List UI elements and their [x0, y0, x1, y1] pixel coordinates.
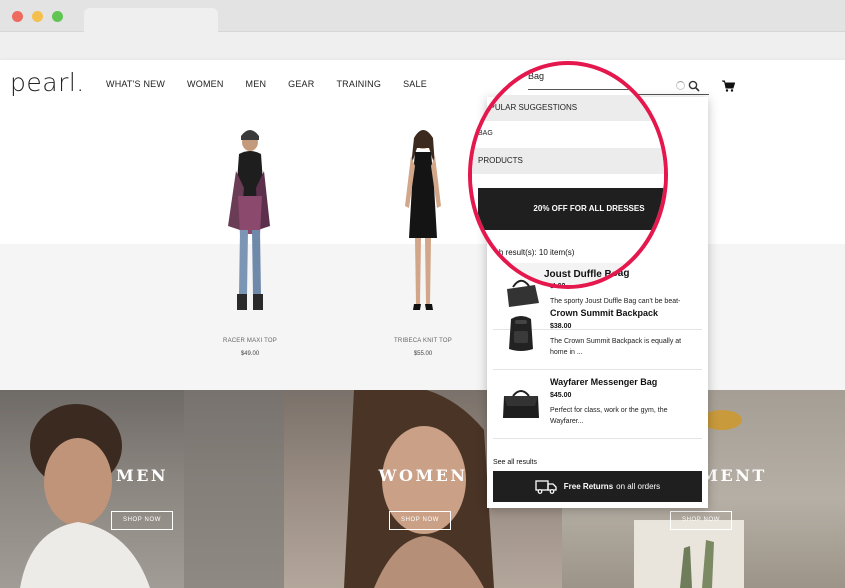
- nav-item-men[interactable]: MEN: [246, 79, 267, 89]
- product-name[interactable]: TRIBECA KNIT TOP: [343, 338, 503, 344]
- cart-icon[interactable]: [722, 80, 735, 92]
- site-logo[interactable]: pearl.: [10, 68, 85, 97]
- see-all-results-link[interactable]: See all results: [493, 459, 537, 466]
- free-returns-banner[interactable]: Free Returns on all orders: [493, 471, 702, 502]
- suggestion-term[interactable]: BAG: [478, 130, 493, 137]
- free-returns-text: on all orders: [616, 482, 661, 491]
- product-name[interactable]: Crown Summit Backpack: [550, 308, 658, 318]
- maximize-window-button[interactable]: [52, 11, 63, 22]
- product-image[interactable]: [393, 126, 453, 326]
- site-header: pearl. WHAT'S NEW WOMEN MEN GEAR TRAININ…: [0, 60, 845, 110]
- minimize-window-button[interactable]: [32, 11, 43, 22]
- nav-item-training[interactable]: TRAINING: [336, 79, 381, 89]
- product-name[interactable]: RACER MAXI TOP: [170, 338, 330, 344]
- magnified-search-underline: [528, 89, 664, 90]
- product-price: $49.00: [240, 351, 260, 357]
- product-thumbnail: [509, 316, 533, 351]
- product-price: $38.00: [550, 323, 572, 330]
- magnified-search-value: Bag: [528, 71, 545, 81]
- free-returns-label: Free Returns: [563, 482, 614, 491]
- popular-suggestions-header: POPULAR SUGGESTIONS: [472, 95, 664, 121]
- category-banners: MEN SHOP NOW WOMEN SHOP NOW MENT SHOP NO…: [0, 390, 845, 588]
- search-icon[interactable]: [688, 80, 700, 92]
- nav-item-gear[interactable]: GEAR: [288, 79, 314, 89]
- suggestion-item-bag[interactable]: BAG 10: [472, 121, 664, 147]
- nav-item-sale[interactable]: SALE: [403, 79, 427, 89]
- product-description: Perfect for class, work or the gym, the …: [550, 407, 668, 425]
- browser-tab[interactable]: [84, 8, 218, 32]
- product-description: The Crown Summit Backpack is equally at …: [550, 338, 682, 356]
- product-card[interactable]: RACER MAXI TOP $49.00: [170, 110, 330, 370]
- nav-item-women[interactable]: WOMEN: [187, 79, 224, 89]
- autocomplete-product-item[interactable]: Crown Summit Backpack $38.00 The Crown S…: [493, 302, 702, 370]
- banner-title: MEN: [115, 466, 169, 485]
- product-name[interactable]: Joust Duffle Bag: [544, 269, 623, 280]
- loading-spinner-icon: [676, 81, 685, 90]
- product-name[interactable]: Wayfarer Messenger Bag: [550, 377, 657, 387]
- search-results-count: Search result(s): 10 item(s): [478, 248, 575, 257]
- banner-men[interactable]: MEN SHOP NOW: [0, 390, 284, 588]
- banner-men-image: [20, 390, 284, 588]
- product-thumbnail: [503, 390, 539, 418]
- products-header: PRODUCTS: [472, 148, 664, 174]
- promo-banner[interactable]: 20% OFF FOR ALL DRESSES: [478, 188, 664, 230]
- product-price: $45.00: [550, 392, 572, 399]
- browser-window-bar: [0, 0, 845, 60]
- product-grid: RACER MAXI TOP $49.00 TRIBECA KNIT TOP $…: [0, 110, 845, 390]
- product-image[interactable]: [220, 126, 280, 326]
- nav-item-whats-new[interactable]: WHAT'S NEW: [106, 79, 165, 89]
- close-window-button[interactable]: [12, 11, 23, 22]
- shop-now-button[interactable]: SHOP NOW: [111, 511, 173, 530]
- truck-icon: [535, 479, 557, 494]
- autocomplete-product-item[interactable]: Wayfarer Messenger Bag $45.00 Perfect fo…: [493, 371, 702, 439]
- magnified-dropdown: Bag POPULAR SUGGESTIONS BAG 10 PRODUCTS …: [472, 65, 664, 285]
- main-nav: WHAT'S NEW WOMEN MEN GEAR TRAINING SALE: [106, 79, 449, 89]
- shop-now-button[interactable]: SHOP NOW: [389, 511, 451, 530]
- magnifier-callout: Bag POPULAR SUGGESTIONS BAG 10 PRODUCTS …: [468, 61, 668, 289]
- browser-toolbar: [0, 31, 845, 60]
- shop-now-button[interactable]: SHOP NOW: [670, 511, 732, 530]
- product-price: $55.00: [413, 351, 433, 357]
- magnified-spacer: [472, 174, 664, 186]
